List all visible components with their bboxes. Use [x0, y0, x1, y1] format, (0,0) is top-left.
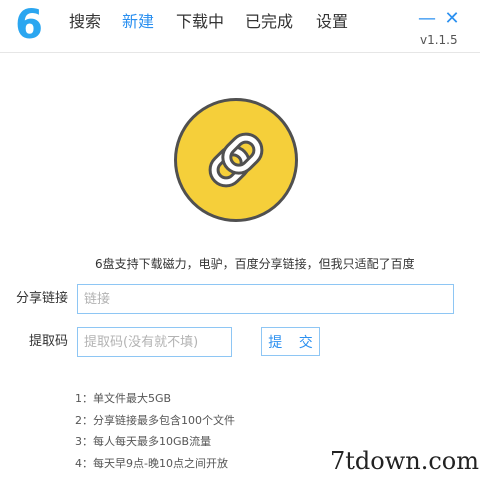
tab-settings[interactable]: 设置	[316, 11, 348, 33]
watermark: 7tdown.com	[330, 447, 480, 475]
minimize-button[interactable]: —	[418, 8, 436, 30]
submit-button[interactable]: 提 交	[261, 327, 320, 356]
link-icon	[174, 98, 298, 222]
title-bar: 6 搜索 新建 下载中 已完成 设置 — ✕ v1.1.5	[0, 0, 480, 53]
share-link-label: 分享链接	[16, 291, 69, 306]
extract-code-label: 提取码	[29, 334, 69, 349]
rules-list: 1：单文件最大5GB 2：分享链接最多包含100个文件 3：每人每天最多10GB…	[75, 388, 235, 474]
tab-downloading[interactable]: 下载中	[176, 11, 224, 33]
rule-item: 2：分享链接最多包含100个文件	[75, 413, 235, 427]
rule-item: 3：每人每天最多10GB流量	[75, 435, 212, 448]
rule-item: 4：每天早9点-晚10点之间开放	[75, 456, 228, 470]
info-text: 6盘支持下载磁力，电驴，百度分享链接，但我只适配了百度	[95, 257, 415, 271]
close-button[interactable]: ✕	[443, 8, 461, 30]
version-label: v1.1.5	[420, 33, 458, 47]
tab-new[interactable]: 新建	[122, 11, 154, 33]
tab-search[interactable]: 搜索	[69, 11, 101, 33]
extract-code-input[interactable]	[77, 327, 232, 357]
rule-item: 1：单文件最大5GB	[75, 392, 172, 405]
app-logo: 6	[15, 2, 43, 48]
share-link-input[interactable]	[77, 284, 454, 314]
tab-completed[interactable]: 已完成	[245, 11, 293, 33]
